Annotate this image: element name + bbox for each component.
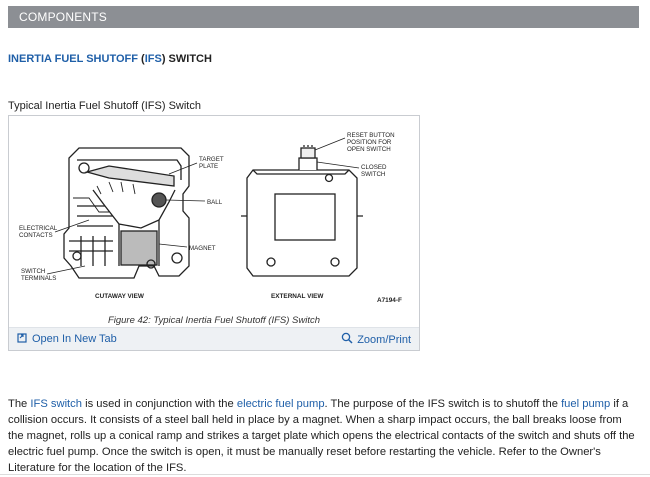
heading-text-switch: ) SWITCH: [161, 53, 212, 65]
paragraph-text-2: is used in conjunction with the: [82, 398, 237, 410]
label-closed-2: SWITCH: [361, 171, 385, 178]
zoom-print-link[interactable]: Zoom/Print: [341, 332, 411, 347]
link-ifs-switch[interactable]: IFS switch: [30, 398, 82, 410]
page-title: INERTIA FUEL SHUTOFF (IFS) SWITCH: [8, 53, 212, 65]
open-tab-icon: [17, 332, 28, 346]
open-in-new-tab-label: Open In New Tab: [32, 333, 117, 345]
label-terminals-1: SWITCH: [21, 268, 45, 275]
label-target-plate-2: PLATE: [199, 163, 218, 170]
section-header-components: COMPONENTS: [8, 6, 639, 28]
label-ball: BALL: [207, 199, 223, 206]
label-target-plate-1: TARGET: [199, 156, 224, 163]
description-paragraph: The IFS switch is used in conjunction wi…: [8, 396, 636, 476]
paragraph-text-3: . The purpose of the IFS switch is to sh…: [324, 398, 562, 410]
label-cutaway-view: CUTAWAY VIEW: [95, 293, 145, 300]
label-external-view: EXTERNAL VIEW: [271, 293, 324, 300]
label-reset-1: RESET BUTTON: [347, 132, 395, 139]
heading-link-ifs-name[interactable]: INERTIA FUEL SHUTOFF: [8, 53, 138, 65]
zoom-icon: [341, 332, 353, 347]
label-closed-1: CLOSED: [361, 164, 387, 171]
paragraph-text-1: The: [8, 398, 31, 410]
label-reset-3: OPEN SWITCH: [347, 146, 391, 153]
label-contacts-1: ELECTRICAL: [19, 225, 58, 232]
figure-toolbar: Open In New Tab Zoom/Print: [9, 327, 419, 350]
external-housing: [241, 145, 363, 277]
figure-title: Typical Inertia Fuel Shutoff (IFS) Switc…: [8, 100, 201, 112]
heading-link-ifs[interactable]: IFS: [145, 53, 162, 65]
label-contacts-2: CONTACTS: [19, 232, 53, 239]
figure-container: TARGET PLATE BALL ELECTRICAL CONTACTS MA…: [8, 115, 420, 351]
label-reset-2: POSITION FOR: [347, 139, 392, 146]
heading-text: (: [137, 53, 145, 65]
figure-caption: Figure 42: Typical Inertia Fuel Shutoff …: [107, 315, 321, 326]
label-figure-code: A7194-F: [377, 297, 402, 304]
cutaway-housing: [63, 147, 190, 279]
label-terminals-2: TERMINALS: [21, 275, 56, 282]
label-magnet: MAGNET: [189, 245, 216, 252]
link-electric-fuel-pump[interactable]: electric fuel pump: [237, 398, 325, 410]
link-fuel-pump[interactable]: fuel pump: [561, 398, 610, 410]
zoom-print-label: Zoom/Print: [357, 333, 411, 346]
divider: [0, 474, 650, 475]
ifs-switch-diagram: TARGET PLATE BALL ELECTRICAL CONTACTS MA…: [19, 132, 402, 304]
open-in-new-tab-link[interactable]: Open In New Tab: [17, 332, 117, 346]
